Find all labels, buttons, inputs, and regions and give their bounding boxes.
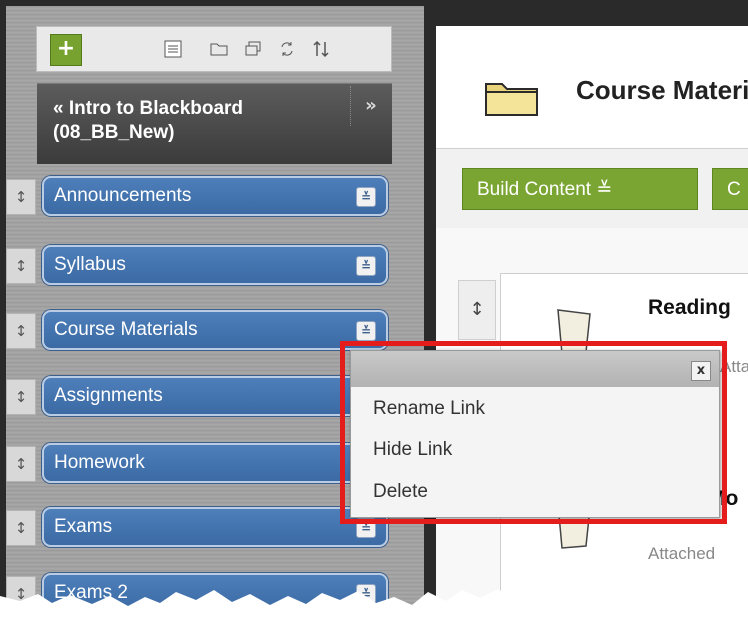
blackboard-course-screen: + « Intro to Blackboard (08_BB_New) » ↕ … <box>0 0 748 619</box>
torn-edge <box>0 589 748 619</box>
